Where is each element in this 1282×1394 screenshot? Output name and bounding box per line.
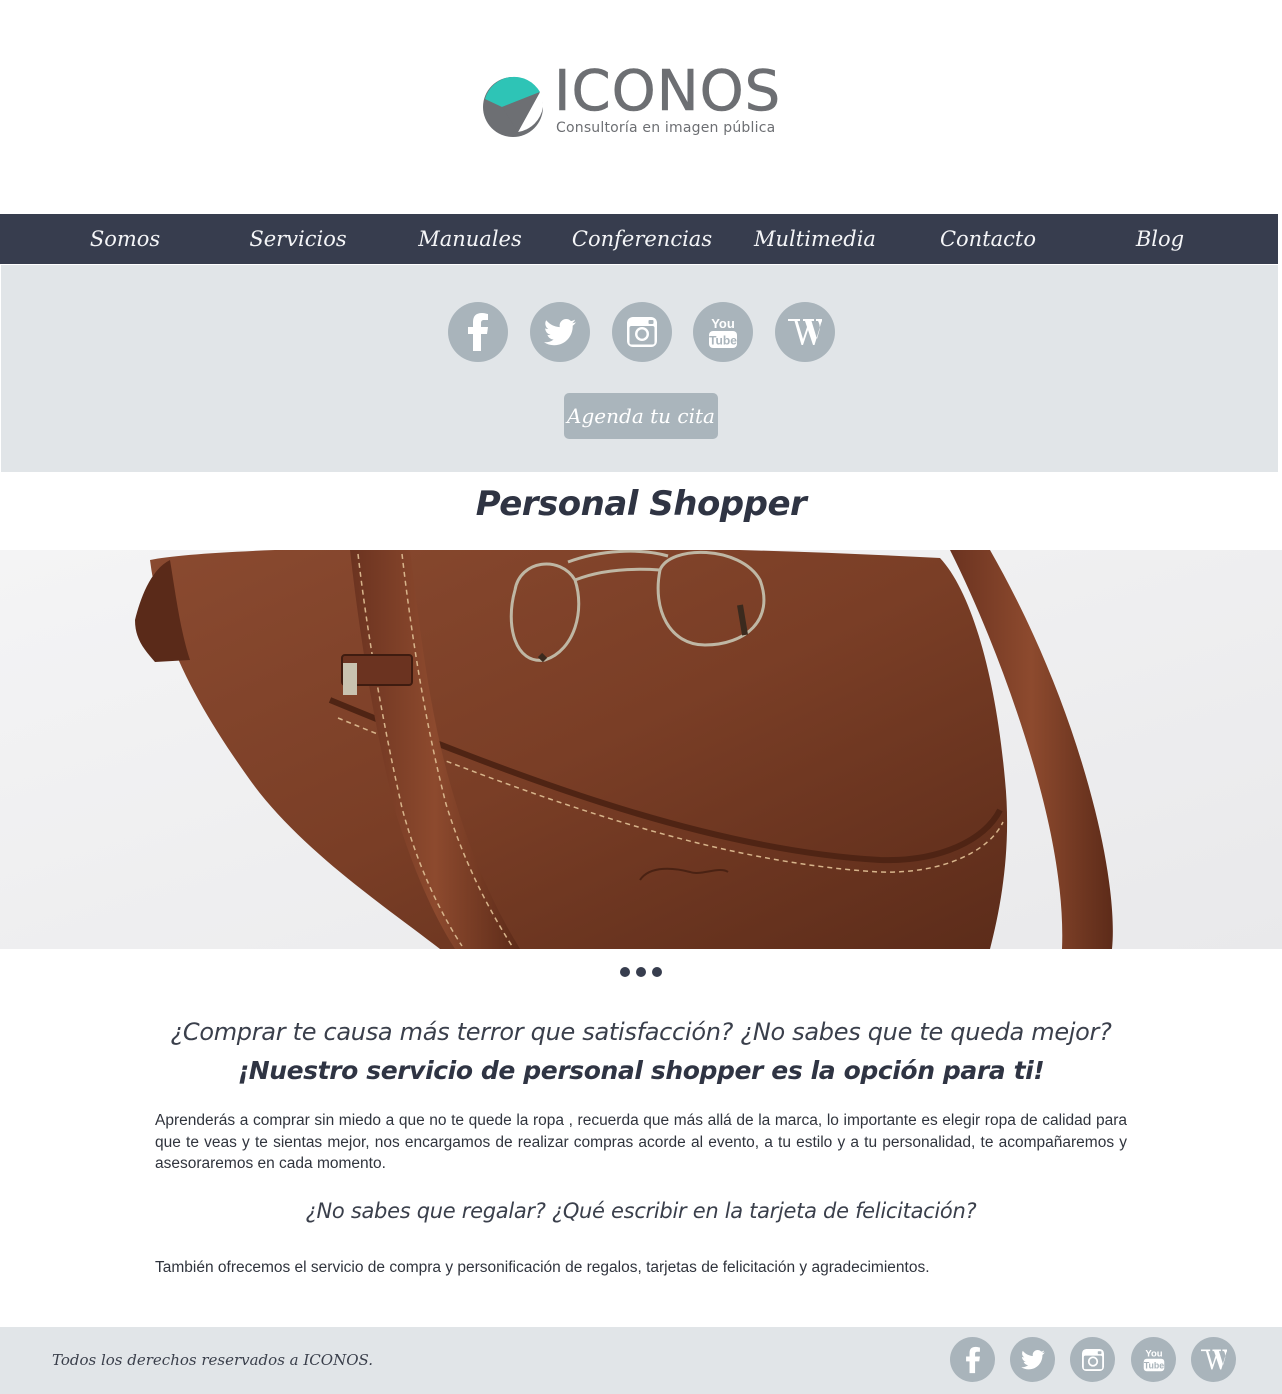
footer: Todos los derechos reservados a ICONOS. …: [0, 1327, 1282, 1394]
footer-instagram-icon[interactable]: [1070, 1337, 1115, 1382]
main-nav: Somos Servicios Manuales Conferencias Mu…: [0, 214, 1278, 264]
nav-item-multimedia[interactable]: Multimedia: [730, 214, 900, 264]
footer-copyright: Todos los derechos reservados a ICONOS.: [52, 1351, 373, 1369]
wordpress-icon[interactable]: [775, 302, 835, 362]
hero-bag-illustration: [0, 550, 1282, 949]
nav-item-conferencias[interactable]: Conferencias: [557, 214, 727, 264]
nav-item-blog[interactable]: Blog: [1075, 214, 1245, 264]
twitter-icon[interactable]: [530, 302, 590, 362]
brand-tagline: Consultoría en imagen pública: [556, 120, 776, 136]
instagram-icon[interactable]: [612, 302, 672, 362]
page-title: Personal Shopper: [475, 484, 807, 524]
footer-youtube-icon-text-tube: Tube: [1143, 1361, 1163, 1371]
facebook-icon[interactable]: [448, 302, 508, 362]
intro-paragraph: Aprenderás a comprar sin miedo a que no …: [155, 1112, 1127, 1172]
carousel-dot-2[interactable]: [636, 967, 646, 977]
footer-wordpress-icon[interactable]: [1191, 1337, 1236, 1382]
carousel-dots: [0, 964, 1282, 982]
footer-youtube-icon[interactable]: You Tube: [1131, 1337, 1176, 1382]
intro-headline: ¡Nuestro servicio de personal shopper es…: [237, 1056, 1045, 1085]
hero-image: [0, 550, 1282, 949]
social-band: You Tube Agenda tu cita: [1, 265, 1278, 472]
youtube-icon-text-tube: Tube: [709, 334, 737, 348]
page: ICONOS Consultoría en imagen pública Som…: [0, 0, 1282, 1394]
intro-question: ¿Comprar te causa más terror que satisfa…: [170, 1018, 1112, 1046]
nav-item-somos[interactable]: Somos: [40, 214, 210, 264]
carousel-dot-1[interactable]: [620, 967, 630, 977]
footer-twitter-icon[interactable]: [1010, 1337, 1055, 1382]
logo-mark-icon: [483, 76, 544, 137]
nav-item-servicios[interactable]: Servicios: [213, 214, 383, 264]
brand-name: ICONOS: [554, 59, 782, 124]
carousel-dot-3[interactable]: [652, 967, 662, 977]
youtube-icon-text-you: You: [711, 316, 735, 331]
gift-paragraph: También ofrecemos el servicio de compra …: [155, 1259, 930, 1276]
nav-item-contacto[interactable]: Contacto: [903, 214, 1073, 264]
nav-item-manuales[interactable]: Manuales: [385, 214, 555, 264]
footer-youtube-icon-text-you: You: [1145, 1349, 1162, 1360]
agenda-cita-button[interactable]: Agenda tu cita: [564, 393, 718, 439]
youtube-icon[interactable]: You Tube: [693, 302, 753, 362]
gift-question: ¿No sabes que regalar? ¿Qué escribir en …: [305, 1199, 977, 1223]
brand-logo[interactable]: ICONOS Consultoría en imagen pública: [482, 63, 802, 144]
footer-facebook-icon[interactable]: [950, 1337, 995, 1382]
